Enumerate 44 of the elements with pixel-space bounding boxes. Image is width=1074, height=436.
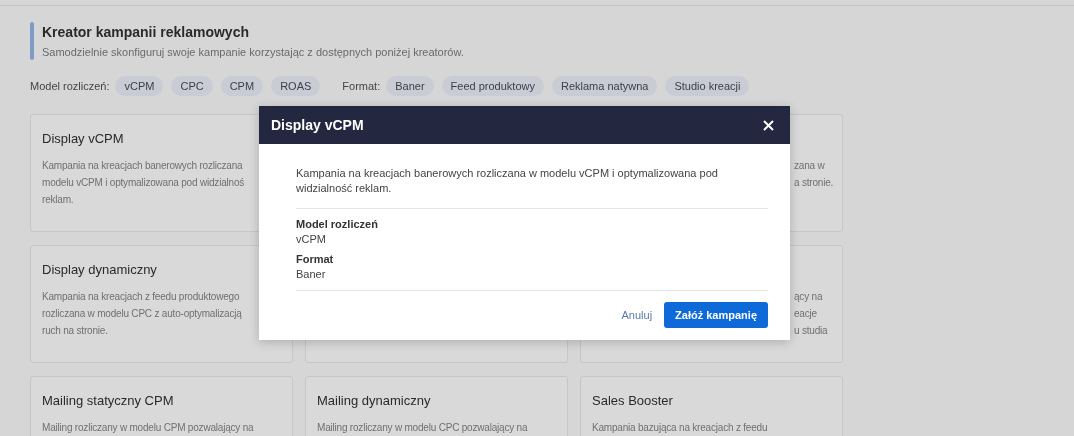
card-description: ruch na stronie. xyxy=(42,324,109,338)
card-title: Sales Booster xyxy=(592,393,673,408)
field-value: Baner xyxy=(296,268,327,280)
page-title: Kreator kampanii reklamowych xyxy=(42,24,250,40)
card-description: reklam. xyxy=(42,193,75,207)
campaign-card[interactable]: Mailing dynamiczny Mailing rozliczany w modelu CPC pozwalający na xyxy=(305,376,568,436)
card-title: Mailing statyczny CPM xyxy=(42,393,174,408)
filter-chip[interactable]: Reklama natywna xyxy=(551,76,658,96)
card-title: Display dynamiczny xyxy=(42,262,157,277)
filter-chip[interactable]: Feed produktowy xyxy=(441,76,544,96)
card-description: Kampania na kreacjach banerowych rozliczana xyxy=(42,159,244,173)
page-subtitle: Samodzielnie skonfiguruj swoje kampanie korzystając z dostępnych poniżej kreatorów. xyxy=(42,46,464,58)
campaign-card[interactable]: Sales Booster Kampania bazująca na kreacjach z feedu xyxy=(580,376,843,436)
card-title: Mailing dynamiczny xyxy=(317,393,431,408)
filter-chip[interactable]: Baner xyxy=(386,76,434,96)
field-label: Model rozliczeń xyxy=(296,218,379,230)
card-description: Kampania na kreacjach z feedu produktowego xyxy=(42,290,241,304)
card-description: u studia xyxy=(794,324,828,338)
card-description: zana w xyxy=(794,159,826,173)
create-campaign-button[interactable]: Załóż kampanię xyxy=(664,302,768,328)
campaign-card[interactable]: Mailing statyczny CPM Mailing rozliczany w modelu CPM pozwalający na xyxy=(30,376,293,436)
cancel-button[interactable]: Anuluj xyxy=(617,303,657,327)
field-label: Format xyxy=(296,253,335,265)
field-value: vCPM xyxy=(296,233,327,245)
card-description: Mailing rozliczany w modelu CPC pozwalający na xyxy=(317,421,528,435)
card-description: a stronie. xyxy=(794,176,834,190)
filter-chip[interactable]: vCPM xyxy=(115,76,164,96)
filter-chip[interactable]: ROAS xyxy=(271,76,321,96)
card-description: Mailing rozliczany w modelu CPM pozwalający na xyxy=(42,421,254,435)
card-description: ący na xyxy=(794,290,824,304)
close-button[interactable] xyxy=(763,119,774,131)
card-description: rozliczana w modelu CPC z auto-optymalizacją xyxy=(42,307,242,321)
filter-label: Model rozliczeń: xyxy=(30,80,110,92)
accent-bar xyxy=(30,22,34,60)
card-description: Kampania bazująca na kreacjach z feedu xyxy=(592,421,768,435)
dialog-description: Kampania na kreacjach banerowych rozliczana w modelu vCPM i optymalizowana pod widzialność reklam. xyxy=(296,166,768,209)
card-title: Display vCPM xyxy=(42,131,124,146)
filter-label: Format: xyxy=(342,80,381,92)
filter-chip[interactable]: CPC xyxy=(171,76,213,96)
filter-chip[interactable]: Studio kreacji xyxy=(665,76,750,96)
card-description: eacje xyxy=(794,307,818,321)
card-description: modelu vCPM i optymalizowana pod widzialnoś xyxy=(42,176,245,190)
filter-chip[interactable]: CPM xyxy=(220,76,264,96)
close-icon xyxy=(763,119,774,131)
